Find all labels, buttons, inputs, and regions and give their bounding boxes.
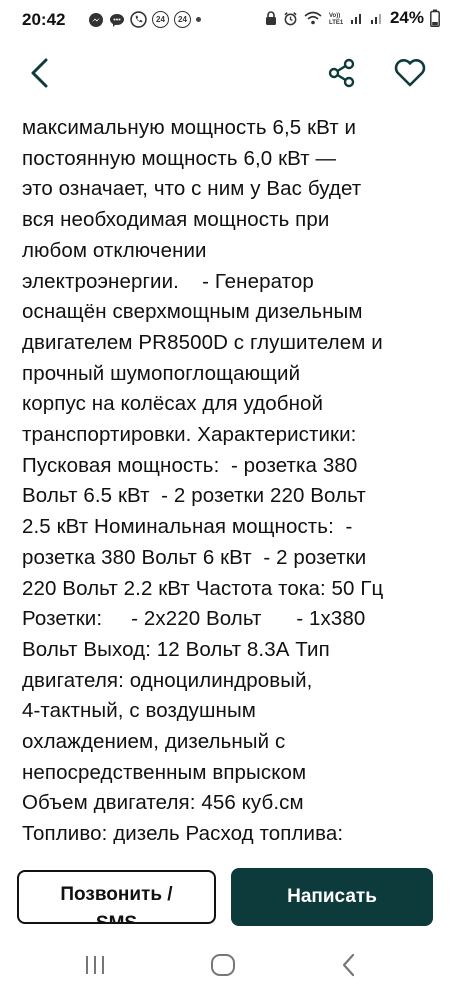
write-message-label: Написать [287, 886, 377, 907]
badge-icon: 24 [174, 11, 191, 28]
favorite-button[interactable] [390, 55, 430, 95]
chat-icon [109, 12, 125, 28]
write-message-button[interactable]: Написать [231, 868, 433, 926]
status-time: 20:42 [22, 10, 66, 29]
badge-icon: 24 [152, 11, 169, 28]
signal-icon [370, 11, 384, 25]
battery-icon [430, 9, 440, 27]
recents-button[interactable] [73, 947, 117, 987]
volte-icon: Vo)) LTE1 [328, 11, 344, 26]
home-icon [210, 953, 236, 982]
status-bar: 20:42 24 24 Vo)) LTE1 24% [0, 0, 450, 40]
alarm-icon [283, 11, 298, 26]
heart-icon [393, 58, 427, 93]
call-sms-button[interactable]: Позвонить / SMS [17, 870, 216, 924]
chevron-left-icon [28, 57, 52, 94]
more-notifications-icon [196, 17, 201, 22]
battery-level: 24% [389, 8, 424, 27]
back-button[interactable] [20, 55, 60, 95]
wifi-icon [304, 11, 322, 26]
svg-text:Vo)): Vo)) [329, 13, 340, 19]
top-toolbar [0, 45, 450, 105]
svg-text:LTE1: LTE1 [329, 20, 344, 26]
back-icon [340, 953, 358, 982]
description-text: максимальную мощность 6,5 кВт и постоянн… [22, 116, 384, 846]
system-navigation-bar [0, 935, 450, 1000]
system-back-button[interactable] [327, 947, 371, 987]
system-icons: Vo)) LTE1 24% [265, 8, 440, 28]
share-button[interactable] [322, 55, 362, 95]
share-icon [327, 58, 357, 93]
contact-actions: Позвонить / SMS Написать [0, 862, 450, 928]
phone-icon [130, 11, 147, 28]
messenger-icon [88, 12, 104, 28]
signal-icon [350, 11, 364, 25]
notification-icons: 24 24 [88, 11, 201, 28]
recents-icon [83, 954, 107, 981]
lock-icon [265, 10, 277, 26]
call-sms-label: Позвонить / SMS [60, 884, 173, 924]
listing-description[interactable]: максимальную мощность 6,5 кВт и постоянн… [22, 113, 434, 850]
home-button[interactable] [201, 947, 245, 987]
